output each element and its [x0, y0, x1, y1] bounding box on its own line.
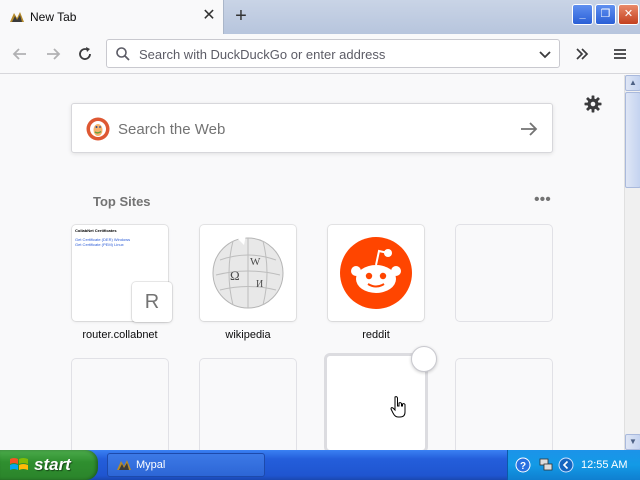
clock: 12:55 AM [581, 459, 628, 471]
taskbar: start Mypal ? 12:55 AM [0, 450, 640, 480]
back-arrow-icon [12, 48, 26, 60]
taskbar-item-mypal[interactable]: Mypal [107, 453, 265, 477]
svg-text:W: W [250, 256, 261, 268]
tab-close-icon[interactable]: ✕ [200, 7, 218, 25]
hamburger-menu-icon [614, 49, 626, 59]
web-search-input[interactable] [118, 118, 498, 140]
web-search-box[interactable] [71, 103, 553, 153]
chevron-left-icon[interactable] [558, 457, 574, 473]
back-button[interactable] [6, 40, 34, 68]
top-site-tile[interactable]: CollabNet Certificates Get Certificate (… [72, 225, 172, 322]
tile-preview-title: CollabNet Certificates [75, 228, 117, 233]
vertical-scrollbar[interactable]: ▲ ▼ [624, 75, 640, 450]
reddit-icon [340, 237, 412, 309]
url-input[interactable] [139, 45, 519, 63]
mypal-icon [10, 12, 24, 22]
wikipedia-globe-icon: Ω W И [212, 235, 284, 309]
start-label: start [34, 455, 71, 474]
restore-button[interactable]: ❐ [595, 4, 616, 25]
mypal-icon [117, 460, 131, 470]
tab-new-tab[interactable]: New Tab ✕ [0, 0, 224, 34]
add-site-handle[interactable] [411, 346, 437, 372]
chevron-down-icon[interactable] [537, 46, 553, 62]
tile-preview-links: Get Certificate (DER) Windows Get Certif… [75, 237, 131, 247]
empty-top-site-tile[interactable] [72, 359, 168, 450]
forward-button[interactable] [39, 40, 67, 68]
windows-logo-icon [10, 458, 28, 470]
svg-text:Ω: Ω [230, 268, 240, 283]
empty-top-site-tile[interactable] [456, 359, 552, 450]
empty-top-site-tile[interactable] [200, 359, 296, 450]
top-site-tile[interactable] [328, 225, 424, 321]
system-tray: ? 12:55 AM [507, 450, 640, 480]
main-menu-button[interactable] [606, 40, 634, 68]
help-icon[interactable]: ? [515, 457, 531, 473]
network-icon[interactable] [538, 457, 554, 473]
empty-top-site-tile[interactable] [324, 353, 428, 450]
scrollbar-thumb[interactable] [625, 92, 640, 188]
gear-icon[interactable] [583, 94, 603, 114]
duckduckgo-icon [86, 117, 110, 141]
reload-button[interactable] [71, 40, 99, 68]
more-options-icon[interactable]: ••• [534, 192, 554, 208]
overflow-menu-button[interactable] [568, 40, 596, 68]
url-bar[interactable] [106, 39, 560, 68]
forward-arrow-icon [47, 48, 61, 60]
new-tab-button[interactable]: + [230, 6, 252, 28]
minimize-button[interactable]: _ [572, 4, 593, 25]
scroll-down-icon[interactable]: ▼ [625, 434, 640, 450]
double-chevron-right-icon [576, 48, 589, 60]
svg-text:И: И [256, 279, 263, 290]
close-window-button[interactable]: ✕ [618, 4, 639, 25]
tile-letter-badge: R [132, 282, 172, 322]
new-tab-page: Top Sites ••• CollabNet Certificates Get… [0, 75, 624, 450]
tile-label[interactable]: reddit [316, 329, 436, 341]
tab-title: New Tab [30, 10, 77, 24]
search-icon [116, 47, 130, 61]
taskbar-item-label: Mypal [136, 459, 166, 471]
svg-text:?: ? [520, 461, 526, 472]
nav-bar [0, 34, 640, 74]
tab-strip: New Tab ✕ + _ ❐ ✕ [0, 0, 640, 34]
tile-label[interactable]: router.collabnet [60, 329, 180, 341]
top-site-tile[interactable]: Ω W И [200, 225, 296, 321]
hand-cursor-icon [390, 396, 406, 418]
top-sites-title: Top Sites [93, 194, 151, 209]
reload-icon [79, 47, 91, 60]
arrow-right-icon[interactable] [518, 118, 540, 140]
start-button[interactable]: start [0, 450, 98, 480]
tile-label[interactable]: wikipedia [188, 329, 308, 341]
empty-top-site-tile[interactable] [456, 225, 552, 321]
scroll-up-icon[interactable]: ▲ [625, 75, 640, 91]
